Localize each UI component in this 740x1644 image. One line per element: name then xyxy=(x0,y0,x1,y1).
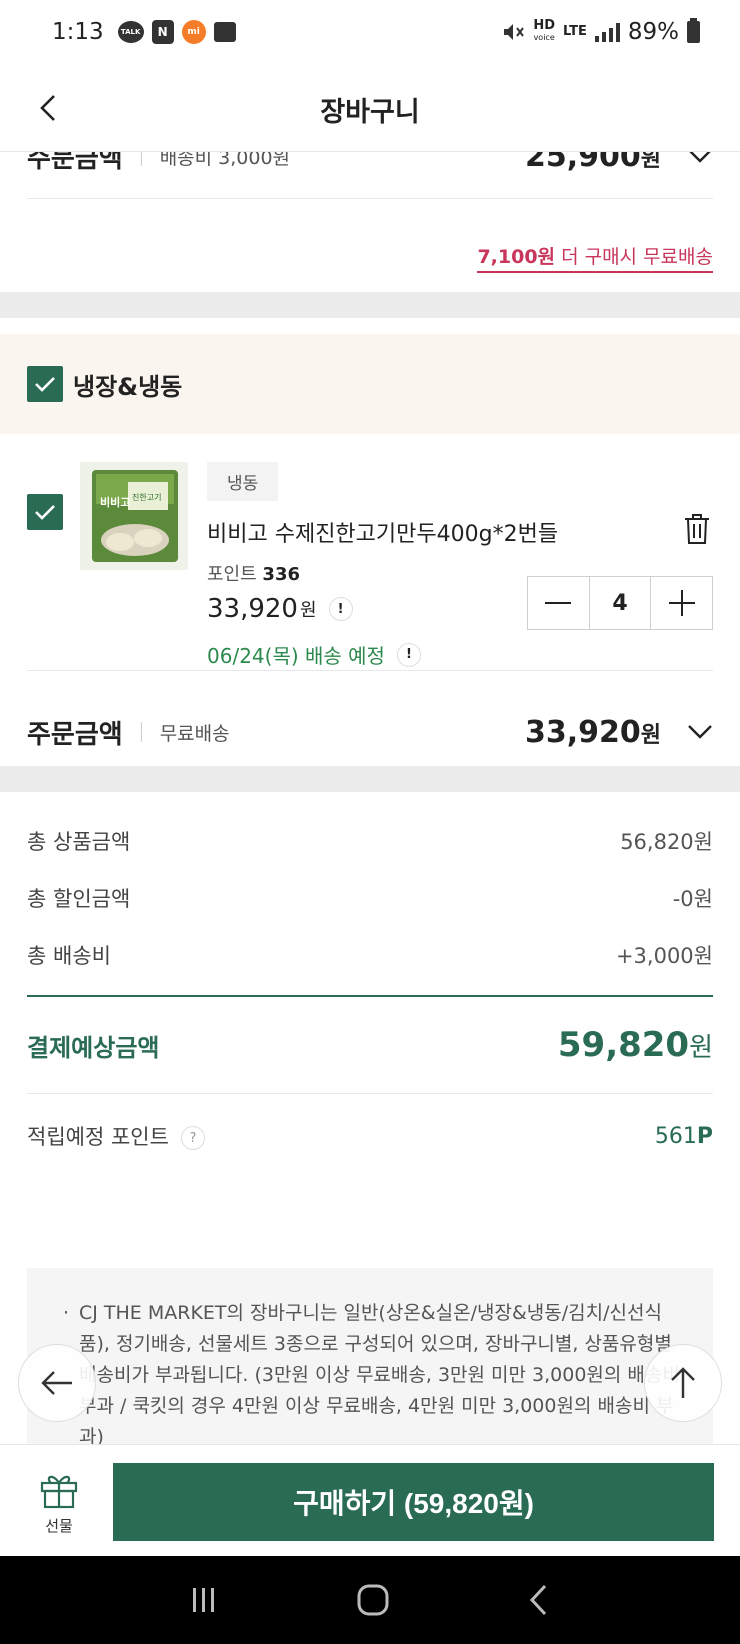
system-nav-bar xyxy=(0,1556,740,1644)
bottom-action-bar: 선물 구매하기 (59,820원) xyxy=(0,1444,740,1556)
kakaotalk-icon: TALK xyxy=(117,21,144,43)
naver-icon: N xyxy=(151,20,174,44)
thumb-title: 진한고기 xyxy=(132,492,161,502)
increase-button[interactable] xyxy=(651,577,712,629)
summary-value: -0원 xyxy=(672,886,713,911)
chevron-down-icon[interactable] xyxy=(687,724,713,740)
scroll-top-button[interactable] xyxy=(644,1344,722,1422)
gift-icon xyxy=(40,1475,78,1509)
check-icon xyxy=(35,377,55,392)
buy-button[interactable]: 구매하기 (59,820원) xyxy=(113,1463,714,1541)
recent-apps-icon[interactable] xyxy=(189,1585,219,1615)
check-icon xyxy=(35,505,55,520)
order-summary[interactable]: 주문금액 무료배송 33,920원 xyxy=(27,702,713,762)
app-header: 장바구니 xyxy=(0,64,740,152)
gift-button[interactable]: 선물 xyxy=(30,1471,88,1536)
divider xyxy=(27,670,713,671)
divider xyxy=(27,198,713,199)
cart-item: 비비고 진한고기 냉동 비비고 수제진한고기만두400g*2번들 포인트 336… xyxy=(0,434,740,692)
minus-icon xyxy=(545,602,572,604)
order-amount: 33,920원 xyxy=(524,714,661,750)
item-name[interactable]: 비비고 수제진한고기만두400g*2번들 xyxy=(207,516,558,548)
category-header: 냉장&냉동 xyxy=(0,334,740,434)
quantity-stepper: 4 xyxy=(527,576,713,630)
battery-percent: 89% xyxy=(627,19,679,45)
screen: 1:13 TALK N mi HD voice LTE 89% 장바구니 주문금액… xyxy=(0,0,740,1644)
arrow-up-icon xyxy=(671,1367,695,1398)
total-row: 결제예상금액 59,820원 xyxy=(27,997,713,1093)
item-checkbox[interactable] xyxy=(27,494,63,530)
network-lte: LTE xyxy=(562,24,587,39)
summary-row: 총 배송비 +3,000원 xyxy=(27,926,713,983)
trash-icon[interactable] xyxy=(682,512,712,546)
gallery-icon xyxy=(213,22,236,42)
payment-summary: 총 상품금액 56,820원 총 할인금액 -0원 총 배송비 +3,000원 … xyxy=(27,812,713,1178)
plus-icon xyxy=(668,590,695,616)
status-time: 1:13 xyxy=(52,19,104,45)
mute-icon xyxy=(504,24,525,40)
network-hd: HD voice xyxy=(533,18,555,42)
points-label: 적립예정 포인트 xyxy=(27,1125,169,1149)
home-icon[interactable] xyxy=(356,1583,390,1617)
summary-label: 총 상품금액 xyxy=(27,829,131,854)
product-image: 비비고 진한고기 xyxy=(80,462,188,570)
free-shipping-link[interactable]: 7,100원 더 구매시 무료배송 xyxy=(477,242,713,273)
order-shipping: 무료배송 xyxy=(159,722,230,745)
arrow-left-icon xyxy=(41,1371,72,1395)
delivery-info-icon[interactable]: ! xyxy=(396,642,421,667)
floating-back-button[interactable] xyxy=(18,1344,96,1422)
notice-text: CJ THE MARKET의 장바구니는 일반(상온&실온/냉장&냉동/김치/신… xyxy=(79,1302,680,1448)
section-gap xyxy=(0,766,740,792)
summary-row: 총 상품금액 56,820원 xyxy=(27,812,713,869)
divider xyxy=(140,722,142,742)
signal-icon xyxy=(594,22,620,42)
status-bar: 1:13 TALK N mi HD voice LTE 89% xyxy=(0,0,740,64)
points-label-wrap: 적립예정 포인트? xyxy=(27,1121,205,1151)
item-price: 33,920 원 ! xyxy=(207,594,353,624)
category-checkbox[interactable] xyxy=(27,366,63,402)
category-title: 냉장&냉동 xyxy=(73,372,183,401)
price-info-icon[interactable]: ! xyxy=(328,597,353,621)
page-title: 장바구니 xyxy=(320,97,420,128)
points-row: 적립예정 포인트? 561P xyxy=(27,1094,713,1178)
item-type-tag: 냉동 xyxy=(207,462,279,501)
gift-label: 선물 xyxy=(45,1517,73,1535)
quantity-value[interactable]: 4 xyxy=(588,577,652,629)
summary-row: 총 할인금액 -0원 xyxy=(27,869,713,926)
summary-label: 총 할인금액 xyxy=(27,886,131,911)
mi-icon: mi xyxy=(181,20,206,44)
status-right: HD voice LTE 89% xyxy=(501,18,700,45)
summary-label: 총 배송비 xyxy=(27,943,111,968)
product-thumbnail[interactable]: 비비고 진한고기 xyxy=(80,462,188,570)
points-value: 561P xyxy=(654,1123,713,1149)
battery-icon xyxy=(687,18,700,43)
delivery-date: 06/24(목) 배송 예정 ! xyxy=(207,640,421,669)
summary-value: +3,000원 xyxy=(615,943,713,968)
item-points: 포인트 336 xyxy=(207,564,300,585)
order-label: 주문금액 xyxy=(27,719,123,750)
decrease-button[interactable] xyxy=(528,577,589,629)
section-gap xyxy=(0,292,740,318)
system-back-icon[interactable] xyxy=(527,1583,551,1617)
total-label: 결제예상금액 xyxy=(27,1033,160,1062)
total-value: 59,820원 xyxy=(557,1025,713,1065)
notice-bullet: · xyxy=(63,1302,70,1324)
summary-value: 56,820원 xyxy=(620,829,713,854)
thumb-brand: 비비고 xyxy=(100,495,130,509)
help-icon[interactable]: ? xyxy=(180,1126,205,1150)
